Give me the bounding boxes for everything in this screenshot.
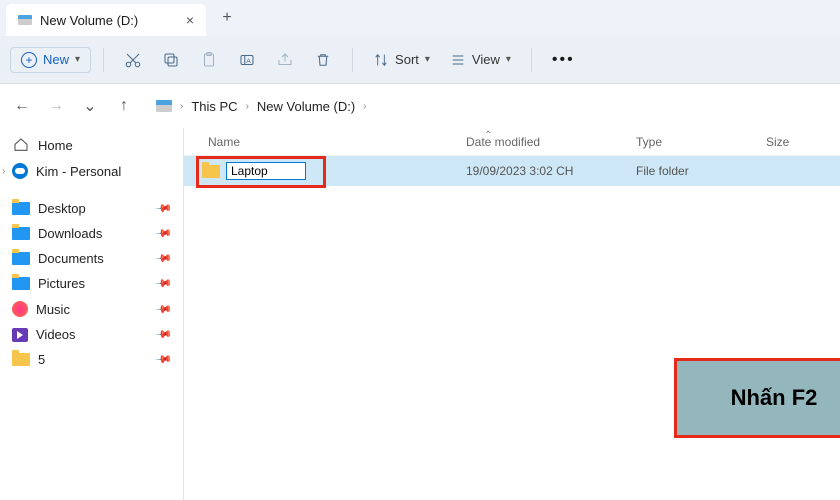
column-header-type[interactable]: Type <box>628 135 758 149</box>
close-tab-icon[interactable]: × <box>186 12 194 28</box>
back-button[interactable]: ← <box>12 97 32 115</box>
share-icon <box>268 45 302 75</box>
copy-icon[interactable] <box>154 45 188 75</box>
sidebar-item-videos[interactable]: Videos 📌 <box>0 322 183 347</box>
drive-icon <box>18 15 32 25</box>
pin-icon: 📌 <box>155 350 174 369</box>
pin-icon: 📌 <box>155 300 174 319</box>
videos-icon <box>12 328 28 342</box>
pin-icon: 📌 <box>155 274 174 293</box>
rename-icon[interactable]: A <box>230 45 264 75</box>
sidebar: Home › Kim - Personal Desktop 📌 Download… <box>0 128 184 500</box>
column-headers: Name Date modified Type Size <box>184 128 840 156</box>
main-area: Home › Kim - Personal Desktop 📌 Download… <box>0 128 840 500</box>
new-tab-button[interactable]: + <box>212 3 242 33</box>
pin-icon: 📌 <box>155 325 174 344</box>
separator <box>531 48 532 72</box>
file-list: ⌃ Name Date modified Type Size 19/09/202… <box>184 128 840 500</box>
paste-icon <box>192 45 226 75</box>
up-button[interactable]: ↑ <box>114 97 134 115</box>
sidebar-item-music[interactable]: Music 📌 <box>0 296 183 322</box>
annotation-callout: Nhấn F2 <box>674 358 840 438</box>
cell-date: 19/09/2023 3:02 CH <box>458 164 628 178</box>
pin-icon: 📌 <box>155 249 174 268</box>
sidebar-item-label: Kim - Personal <box>36 164 121 179</box>
view-label: View <box>472 52 500 67</box>
svg-text:A: A <box>246 58 251 65</box>
view-button[interactable]: View ▾ <box>442 48 519 72</box>
folder-icon <box>12 353 30 366</box>
chevron-right-icon: › <box>178 101 185 112</box>
drive-icon <box>156 100 172 112</box>
sidebar-item-pictures[interactable]: Pictures 📌 <box>0 271 183 296</box>
callout-text: Nhấn F2 <box>731 385 818 411</box>
sort-indicator-icon: ⌃ <box>484 130 492 141</box>
home-icon <box>12 137 30 153</box>
sidebar-item-label: Home <box>38 138 73 153</box>
breadcrumb-this-pc[interactable]: This PC <box>191 99 237 114</box>
recent-locations-button[interactable]: ⌄ <box>80 96 100 116</box>
cell-type: File folder <box>628 164 758 178</box>
tab-title: New Volume (D:) <box>40 13 138 28</box>
plus-icon: + <box>21 52 37 68</box>
sidebar-item-label: Pictures <box>38 276 85 291</box>
forward-button: → <box>46 97 66 115</box>
sidebar-item-documents[interactable]: Documents 📌 <box>0 246 183 271</box>
sidebar-item-label: Music <box>36 302 70 317</box>
title-bar: New Volume (D:) × + <box>0 0 840 36</box>
desktop-icon <box>12 202 30 215</box>
chevron-down-icon: ▾ <box>506 54 511 65</box>
sidebar-item-label: 5 <box>38 352 45 367</box>
sidebar-item-desktop[interactable]: Desktop 📌 <box>0 196 183 221</box>
address-bar[interactable]: › This PC › New Volume (D:) › <box>148 95 828 118</box>
breadcrumb-drive[interactable]: New Volume (D:) <box>257 99 355 114</box>
sidebar-item-downloads[interactable]: Downloads 📌 <box>0 221 183 246</box>
sidebar-item-5[interactable]: 5 📌 <box>0 347 183 372</box>
chevron-right-icon: › <box>2 166 5 177</box>
chevron-down-icon: ▾ <box>75 54 80 65</box>
column-header-size[interactable]: Size <box>758 135 840 149</box>
sidebar-item-label: Videos <box>36 327 76 342</box>
documents-icon <box>12 252 30 265</box>
pictures-icon <box>12 277 30 290</box>
rename-input[interactable] <box>226 162 306 180</box>
sidebar-item-home[interactable]: Home <box>0 132 183 158</box>
active-tab[interactable]: New Volume (D:) × <box>6 4 206 36</box>
more-icon[interactable]: ••• <box>544 51 583 69</box>
sidebar-item-label: Documents <box>38 251 104 266</box>
chevron-right-icon: › <box>244 101 251 112</box>
chevron-right-icon: › <box>361 101 368 112</box>
column-header-name[interactable]: Name <box>184 135 458 149</box>
nav-bar: ← → ⌄ ↑ › This PC › New Volume (D:) › <box>0 84 840 128</box>
folder-icon <box>202 165 220 178</box>
sort-button[interactable]: Sort ▾ <box>365 48 438 72</box>
new-button[interactable]: + New ▾ <box>10 47 91 73</box>
chevron-down-icon: ▾ <box>425 54 430 65</box>
file-row[interactable]: 19/09/2023 3:02 CH File folder <box>184 156 840 186</box>
sort-label: Sort <box>395 52 419 67</box>
delete-icon[interactable] <box>306 45 340 75</box>
sidebar-item-label: Downloads <box>38 226 102 241</box>
onedrive-icon <box>12 163 28 179</box>
sidebar-item-personal[interactable]: › Kim - Personal <box>0 158 183 184</box>
pin-icon: 📌 <box>155 224 174 243</box>
pin-icon: 📌 <box>155 199 174 218</box>
cut-icon[interactable] <box>116 45 150 75</box>
new-label: New <box>43 52 69 67</box>
music-icon <box>12 301 28 317</box>
toolbar: + New ▾ A Sort ▾ View ▾ ••• <box>0 36 840 84</box>
downloads-icon <box>12 227 30 240</box>
separator <box>352 48 353 72</box>
separator <box>103 48 104 72</box>
sidebar-item-label: Desktop <box>38 201 86 216</box>
